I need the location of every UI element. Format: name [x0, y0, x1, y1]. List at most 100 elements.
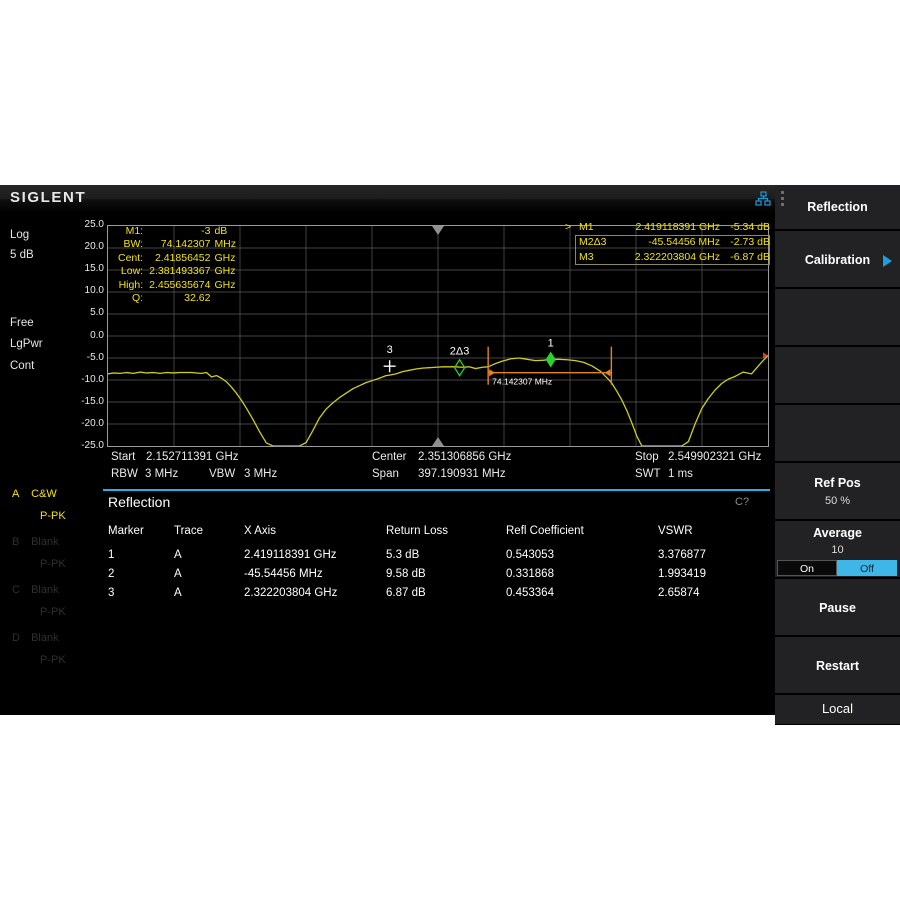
bandwidth-annotation-label: 74.142307 MHz: [492, 377, 552, 387]
cell-trace: A: [174, 565, 182, 584]
chart-marker-1[interactable]: 1: [546, 337, 556, 367]
menu-item-average-label: Average: [775, 526, 900, 540]
trace-d-detector: P-PK: [40, 654, 66, 666]
cell-refl-coefficient: 0.453364: [506, 584, 554, 603]
menu-item-empty-2[interactable]: [775, 347, 900, 404]
marker-box-key: Low:: [118, 265, 149, 278]
marker-box-value: 2.455635674: [149, 279, 214, 292]
marker-box-unit: [214, 292, 236, 305]
cell-return-loss: 9.58 dB: [386, 565, 426, 584]
marker-label: 3: [387, 344, 393, 356]
col-header-x-axis: X Axis: [244, 522, 276, 541]
title-bar: SIGLENT: [0, 185, 775, 213]
marker-box-row: Low:2.381493367GHz: [118, 265, 236, 278]
menu-item-calibration[interactable]: Calibration: [775, 231, 900, 288]
average-toggle-off[interactable]: Off: [837, 560, 897, 576]
marker-box-key: M1:: [118, 225, 149, 238]
marker-readout-row-2[interactable]: M2Δ3 -45.54456 MHz -2.73 dB: [565, 235, 770, 250]
trace-row-b[interactable]: B Blank: [12, 536, 59, 548]
trace-d-id: D: [12, 632, 28, 644]
trace-a-id: A: [12, 488, 28, 500]
cell-marker: 3: [108, 584, 114, 603]
y-axis-tick: -10.0: [64, 374, 104, 385]
col-header-trace: Trace: [174, 522, 203, 541]
menu-item-pause-label: Pause: [775, 601, 900, 615]
swt-label: SWT: [635, 468, 661, 480]
marker-box-row: High:2.455635674GHz: [118, 279, 236, 292]
status-detector: LgPwr: [10, 338, 43, 350]
marker-box-key: High:: [118, 279, 149, 292]
table-row[interactable]: 3 A 2.322203804 GHz 6.87 dB 0.453364 2.6…: [108, 584, 768, 603]
marker-box-row: BW:74.142307MHz: [118, 238, 236, 251]
menu-item-pause[interactable]: Pause: [775, 579, 900, 636]
marker-3-frequency: 2.322203804 GHz: [615, 250, 720, 265]
y-axis-tick: -15.0: [64, 396, 104, 407]
marker-box-row: Q:32.62: [118, 292, 236, 305]
marker-box-unit: GHz: [214, 279, 236, 292]
menu-item-empty-3[interactable]: [775, 405, 900, 462]
cell-vswr: 3.376877: [658, 546, 706, 565]
trace-a-mode: C&W: [31, 488, 57, 500]
menu-item-average[interactable]: Average 10 On Off: [775, 521, 900, 578]
marker-readout-row-3[interactable]: M3 2.322203804 GHz -6.87 dB: [565, 250, 770, 265]
table-header-row: Marker Trace X Axis Return Loss Refl Coe…: [108, 522, 768, 541]
menu-item-ref-pos[interactable]: Ref Pos 50 %: [775, 463, 900, 520]
vbw-label: VBW: [209, 468, 235, 480]
marker-box-unit: GHz: [214, 252, 236, 265]
average-toggle-on[interactable]: On: [777, 560, 837, 576]
stop-frequency-value[interactable]: 2.549902321 GHz: [668, 451, 761, 463]
status-sweep-mode: Cont: [10, 360, 34, 372]
trace-a-detector: P-PK: [40, 510, 66, 522]
span-value[interactable]: 397.190931 MHz: [418, 468, 506, 480]
menu-header-label: Reflection: [775, 200, 900, 214]
cell-x-axis: 2.419118391 GHz: [244, 546, 337, 565]
menu-item-empty-1[interactable]: [775, 289, 900, 346]
start-frequency-label: Start: [111, 451, 135, 463]
marker-1-amplitude: -5.34 dB: [725, 220, 770, 235]
trace-c-mode: Blank: [31, 584, 59, 596]
trace-b-detector: P-PK: [40, 558, 66, 570]
center-frequency-value[interactable]: 2.351306856 GHz: [418, 451, 511, 463]
menu-item-local-label: Local: [775, 701, 900, 716]
marker-box-value: 32.62: [149, 292, 214, 305]
trace-row-a[interactable]: A C&W: [12, 488, 57, 500]
marker-box-value: -3: [149, 225, 214, 238]
marker-box-value: 74.142307: [149, 238, 214, 251]
start-frequency-value[interactable]: 2.152711391 GHz: [146, 451, 239, 463]
menu-item-average-value: 10: [775, 544, 900, 556]
table-row[interactable]: 2 A -45.54456 MHz 9.58 dB 0.331868 1.993…: [108, 565, 768, 584]
span-label: Span: [372, 468, 399, 480]
trace-b-mode: Blank: [31, 536, 59, 548]
softkey-menu: Reflection Calibration Ref Pos 50 % Aver…: [775, 185, 900, 715]
menu-item-restart[interactable]: Restart: [775, 637, 900, 694]
marker-1-selected-indicator: >: [565, 220, 571, 235]
marker-box-key: BW:: [118, 238, 149, 251]
menu-header-reflection[interactable]: Reflection: [775, 185, 900, 230]
menu-item-ref-pos-label: Ref Pos: [775, 476, 900, 490]
col-header-return-loss: Return Loss: [386, 522, 448, 541]
trace-c-id: C: [12, 584, 28, 596]
swt-value[interactable]: 1 ms: [668, 468, 693, 480]
y-axis-tick: 20.0: [64, 241, 104, 252]
marker-1-frequency: 2.419118391 GHz: [615, 220, 720, 235]
menu-item-local[interactable]: Local: [775, 695, 900, 725]
trace-row-c[interactable]: C Blank: [12, 584, 59, 596]
chart-marker-2[interactable]: 2Δ3: [450, 346, 470, 376]
y-axis-tick: -5.0: [64, 352, 104, 363]
y-axis-tick: -20.0: [64, 418, 104, 429]
cell-marker: 2: [108, 565, 114, 584]
instrument-screen: SIGLENT Log 5 dB Free LgPwr Cont A C&W P…: [0, 185, 900, 715]
marker-box-unit: GHz: [214, 265, 236, 278]
cell-x-axis: -45.54456 MHz: [244, 565, 323, 584]
table-row[interactable]: 1 A 2.419118391 GHz 5.3 dB 0.543053 3.37…: [108, 546, 768, 565]
marker-readout-panel: > M1 2.419118391 GHz -5.34 dB M2Δ3 -45.5…: [565, 220, 770, 265]
rbw-value[interactable]: 3 MHz: [145, 468, 178, 480]
trace-row-d[interactable]: D Blank: [12, 632, 59, 644]
marker-1-name: M1: [579, 220, 594, 235]
marker-readout-row-1[interactable]: > M1 2.419118391 GHz -5.34 dB: [565, 220, 770, 235]
marker-3-name: M3: [579, 250, 594, 265]
results-divider: [103, 489, 770, 491]
vbw-value[interactable]: 3 MHz: [244, 468, 277, 480]
marker-box-key: Q:: [118, 292, 149, 305]
network-icon[interactable]: [755, 191, 771, 212]
